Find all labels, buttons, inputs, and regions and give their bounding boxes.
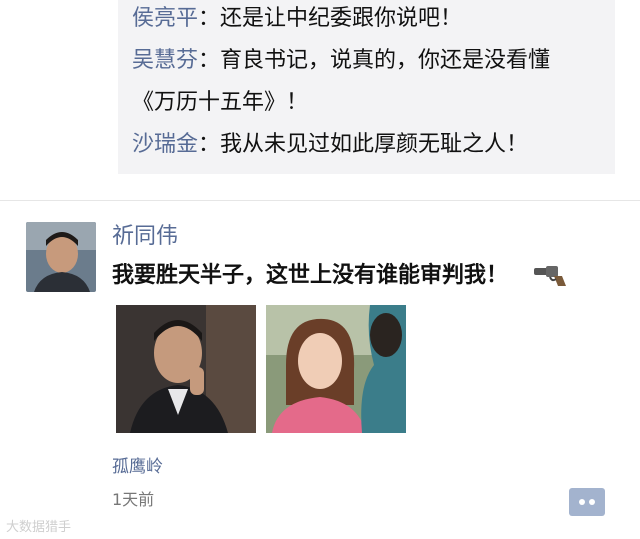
comment-line: 沙瑞金：我从未见过如此厚颜无耻之人！ xyxy=(132,130,528,160)
avatar[interactable] xyxy=(26,222,96,292)
comment-action-button[interactable] xyxy=(569,488,605,516)
comments-section: 侯亮平：还是让中纪委跟你说吧！ 吴慧芬：育良书记，说真的，你还是没看懂 《万历十… xyxy=(118,0,615,174)
commenter-name[interactable]: 沙瑞金 xyxy=(132,132,198,157)
post-location[interactable]: 孤鹰岭 xyxy=(112,452,163,477)
commenter-name[interactable]: 吴慧芬 xyxy=(132,48,198,73)
dot-icon xyxy=(579,499,585,505)
post-divider xyxy=(0,200,640,201)
commenter-name[interactable]: 侯亮平 xyxy=(132,6,198,31)
comment-line: 侯亮平：还是让中纪委跟你说吧！ xyxy=(132,4,462,34)
comment-line: 《万历十五年》！ xyxy=(132,88,308,118)
comment-line: 吴慧芬：育良书记，说真的，你还是没看懂 xyxy=(132,46,550,76)
revolver-icon xyxy=(532,262,570,288)
watermark: 大数据猎手 xyxy=(6,520,72,535)
comment-text: 《万历十五年》！ xyxy=(132,90,309,115)
comment-text: ：我从未见过如此厚颜无耻之人！ xyxy=(198,132,529,157)
dot-icon xyxy=(589,499,595,505)
post-photo[interactable] xyxy=(116,305,256,433)
post-author[interactable]: 祈同伟 xyxy=(112,222,178,252)
comment-text: ：育良书记，说真的，你还是没看懂 xyxy=(198,48,551,73)
post-photo[interactable] xyxy=(266,305,406,433)
post-text: 我要胜天半子，这世上没有谁能审判我！ xyxy=(112,263,509,288)
comment-text: ：还是让中纪委跟你说吧！ xyxy=(198,6,463,31)
post-time: 1天前 xyxy=(112,490,155,509)
